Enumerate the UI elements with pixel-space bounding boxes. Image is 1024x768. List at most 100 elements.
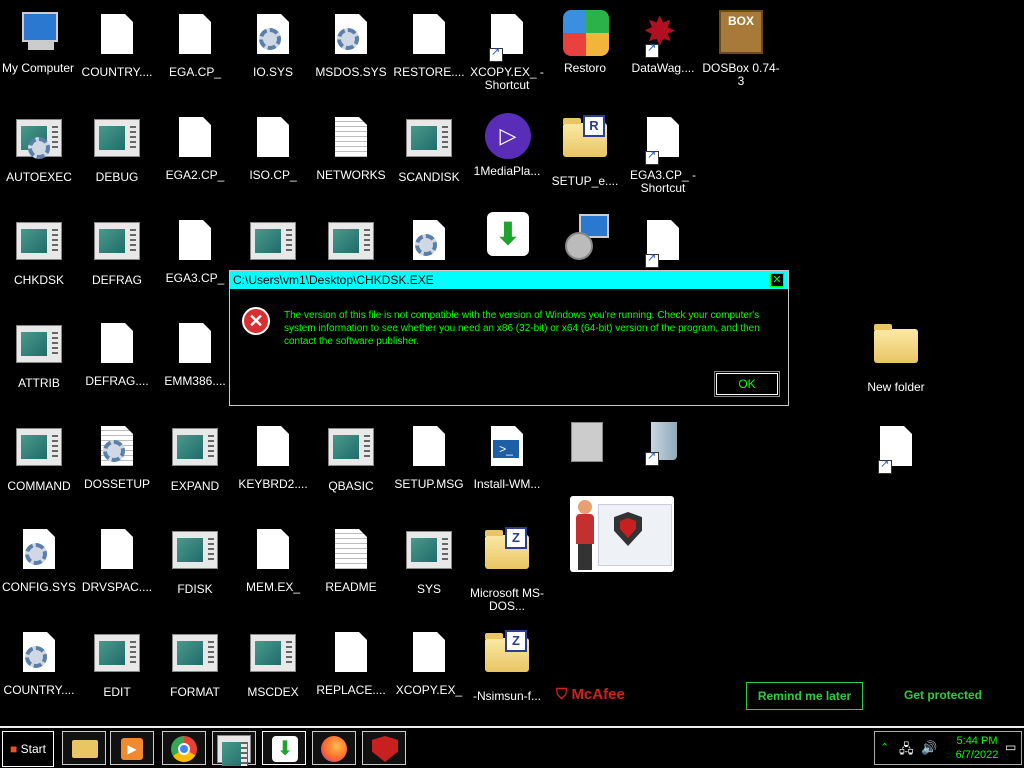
desktop-icon-ega3-cp[interactable]: EGA3.CP_: [155, 216, 235, 285]
desktop-icon-shortcut-file[interactable]: [856, 422, 936, 478]
desktop-icon-ega3-shortcut[interactable]: EGA3.CP_ - Shortcut: [623, 113, 703, 195]
desktop-icon-fdisk[interactable]: FDISK: [155, 525, 235, 596]
ok-button[interactable]: OK: [715, 372, 779, 396]
desktop-icon-xcopy-shortcut[interactable]: XCOPY.EX_ - Shortcut: [467, 10, 547, 92]
close-icon[interactable]: ✕: [770, 273, 784, 287]
desktop-icon-iso-cp[interactable]: ISO.CP_: [233, 113, 313, 182]
taskbar-file-explorer[interactable]: [62, 731, 106, 765]
desktop-icon-autoexec[interactable]: AUTOEXEC: [0, 113, 79, 184]
file-icon: [171, 117, 219, 165]
desktop-icon-sys[interactable]: SYS: [389, 525, 469, 596]
volume-icon[interactable]: 🔊: [921, 740, 937, 756]
taskbar-media-player[interactable]: ▶: [110, 731, 154, 765]
desktop-icon-readme[interactable]: README: [311, 525, 391, 594]
desktop-icon-qbasic[interactable]: QBASIC: [311, 422, 391, 493]
desktop-icon-msdos-sys[interactable]: MSDOS.SYS: [311, 10, 391, 79]
desktop-icon-mscdex[interactable]: MSCDEX: [233, 628, 313, 699]
desktop-icon-scandisk-1[interactable]: SCANDISK: [389, 113, 469, 184]
desktop-icon-1mediaplayer[interactable]: ▷ 1MediaPla...: [467, 113, 547, 178]
desktop-icon-defrag[interactable]: DEFRAG: [77, 216, 157, 287]
taskbar-chrome[interactable]: [162, 731, 206, 765]
taskbar-dos-app[interactable]: [212, 731, 256, 766]
desktop-icon-keybrd2[interactable]: KEYBRD2....: [233, 422, 313, 491]
clock[interactable]: 5:44 PM 6/7/2022: [949, 734, 1005, 762]
desktop-icon-dosbox[interactable]: BOX DOSBox 0.74-3: [701, 10, 781, 88]
desktop-icon-command[interactable]: COMMAND: [0, 422, 79, 493]
dialog-titlebar[interactable]: C:\Users\vm1\Desktop\CHKDSK.EXE ✕: [230, 271, 788, 289]
shortcut-file-icon: [483, 14, 531, 62]
desktop-icon-installer[interactable]: [545, 212, 625, 264]
desktop-icon-io-sys[interactable]: IO.SYS: [233, 10, 313, 79]
desktop-icon-attrib[interactable]: ATTRIB: [0, 319, 79, 390]
desktop-icon-country-2[interactable]: COUNTRY....: [0, 628, 79, 697]
desktop-icon-setup-msg[interactable]: SETUP.MSG: [389, 422, 469, 491]
mcafee-shield-icon: [372, 736, 398, 762]
desktop-icon-emm386-shortcut[interactable]: [623, 216, 703, 272]
desktop-icon-my-computer[interactable]: My Computer: [0, 10, 78, 75]
dialog-message: The version of this file is not compatib…: [284, 310, 760, 347]
desktop-icon-replace[interactable]: REPLACE....: [311, 628, 391, 697]
desktop-icon-new-folder[interactable]: New folder: [856, 319, 936, 394]
application-icon: [15, 428, 63, 476]
desktop-icon-chkdsk[interactable]: CHKDSK: [0, 216, 79, 287]
desktop-icon-dossetup[interactable]: DOSSETUP: [77, 422, 157, 491]
desktop-icon-nlsfunc-partial[interactable]: [311, 216, 391, 274]
desktop-icon-ega-cp[interactable]: EGA.CP_: [155, 10, 235, 79]
recycle-bin-icon: [639, 418, 687, 466]
mcafee-logo: ⛉ McAfee: [556, 686, 625, 703]
taskbar-mcafee[interactable]: [362, 731, 406, 765]
desktop-icon-setup-e[interactable]: R SETUP_e....: [545, 113, 625, 188]
network-icon[interactable]: 🖧: [899, 740, 914, 762]
file-icon: [405, 426, 453, 474]
desktop-icon-ms-dos[interactable]: Z Microsoft MS-DOS...: [467, 525, 547, 613]
desktop-icon-edit[interactable]: EDIT: [77, 628, 157, 699]
desktop-icon-xcopy[interactable]: XCOPY.EX_: [389, 628, 469, 697]
desktop-icon-scandisk-partial[interactable]: [389, 216, 469, 272]
desktop-icon-recycle-bin[interactable]: [623, 418, 703, 470]
media-player-icon: ▷: [483, 113, 531, 161]
error-dialog: C:\Users\vm1\Desktop\CHKDSK.EXE ✕ ✕ The …: [229, 270, 789, 406]
desktop-icon-keyb-partial[interactable]: [233, 216, 313, 274]
desktop-icon-debug[interactable]: DEBUG: [77, 113, 157, 184]
desktop-icon-downloader[interactable]: ⬇: [467, 212, 547, 264]
application-icon: [93, 222, 141, 270]
desktop-icon-emm386[interactable]: EMM386....: [155, 319, 235, 388]
desktop-icon-restore-file[interactable]: RESTORE....: [389, 10, 469, 79]
desktop-icon-format[interactable]: FORMAT: [155, 628, 235, 699]
chevron-up-icon[interactable]: ⌃: [880, 741, 889, 754]
archive-folder-icon: Z: [483, 527, 531, 583]
desktop-icon-expand[interactable]: EXPAND: [155, 422, 235, 493]
installer-icon: [561, 212, 609, 260]
application-icon: [405, 531, 453, 579]
desktop-icon-drvspace[interactable]: DRVSPAC....: [77, 525, 157, 594]
desktop-icon-mem-ex[interactable]: MEM.EX_: [233, 525, 313, 594]
remind-me-later-button[interactable]: Remind me later: [746, 682, 863, 710]
start-button[interactable]: ■ Start: [2, 731, 54, 767]
desktop-icon-country-1[interactable]: COUNTRY....: [77, 10, 157, 79]
desktop-icon-config-sys[interactable]: CONFIG.SYS: [0, 525, 79, 594]
system-tray: ⌃ 🖧 🔊 5:44 PM 6/7/2022 ▭: [874, 731, 1022, 765]
notification-icon[interactable]: ▭: [1005, 740, 1016, 754]
application-icon: [217, 735, 251, 766]
desktop-icon-ega2-cp[interactable]: EGA2.CP_: [155, 113, 235, 182]
shortcut-file-icon: [872, 426, 920, 474]
desktop-icon-installer-2[interactable]: [545, 418, 625, 470]
desktop-icon-defrag-file[interactable]: DEFRAG....: [77, 319, 157, 388]
archive-folder-icon: Z: [483, 630, 531, 686]
taskbar-downloader[interactable]: ⬇: [262, 731, 306, 765]
desktop-icon-restoro[interactable]: Restoro: [545, 10, 625, 75]
desktop-icon-datawag[interactable]: ✸ DataWag....: [623, 10, 703, 75]
mcafee-brand: McAfee: [571, 686, 625, 703]
shortcut-file-icon: [639, 117, 687, 165]
person-figure: [578, 500, 592, 514]
application-icon: [327, 428, 375, 476]
desktop-icon-install-wm[interactable]: >_ Install-WM...: [467, 422, 547, 491]
get-protected-button[interactable]: Get protected: [878, 682, 1008, 708]
desktop-icon-networks[interactable]: NETWORKS: [311, 113, 391, 182]
desktop-icon-nsimsun[interactable]: Z -Nsimsun-f...: [467, 628, 547, 703]
taskbar-firefox[interactable]: [312, 731, 356, 765]
start-label: Start: [20, 742, 46, 756]
restoro-icon: [561, 10, 609, 58]
application-icon: [171, 428, 219, 476]
windows-logo-icon: ■: [10, 742, 18, 756]
